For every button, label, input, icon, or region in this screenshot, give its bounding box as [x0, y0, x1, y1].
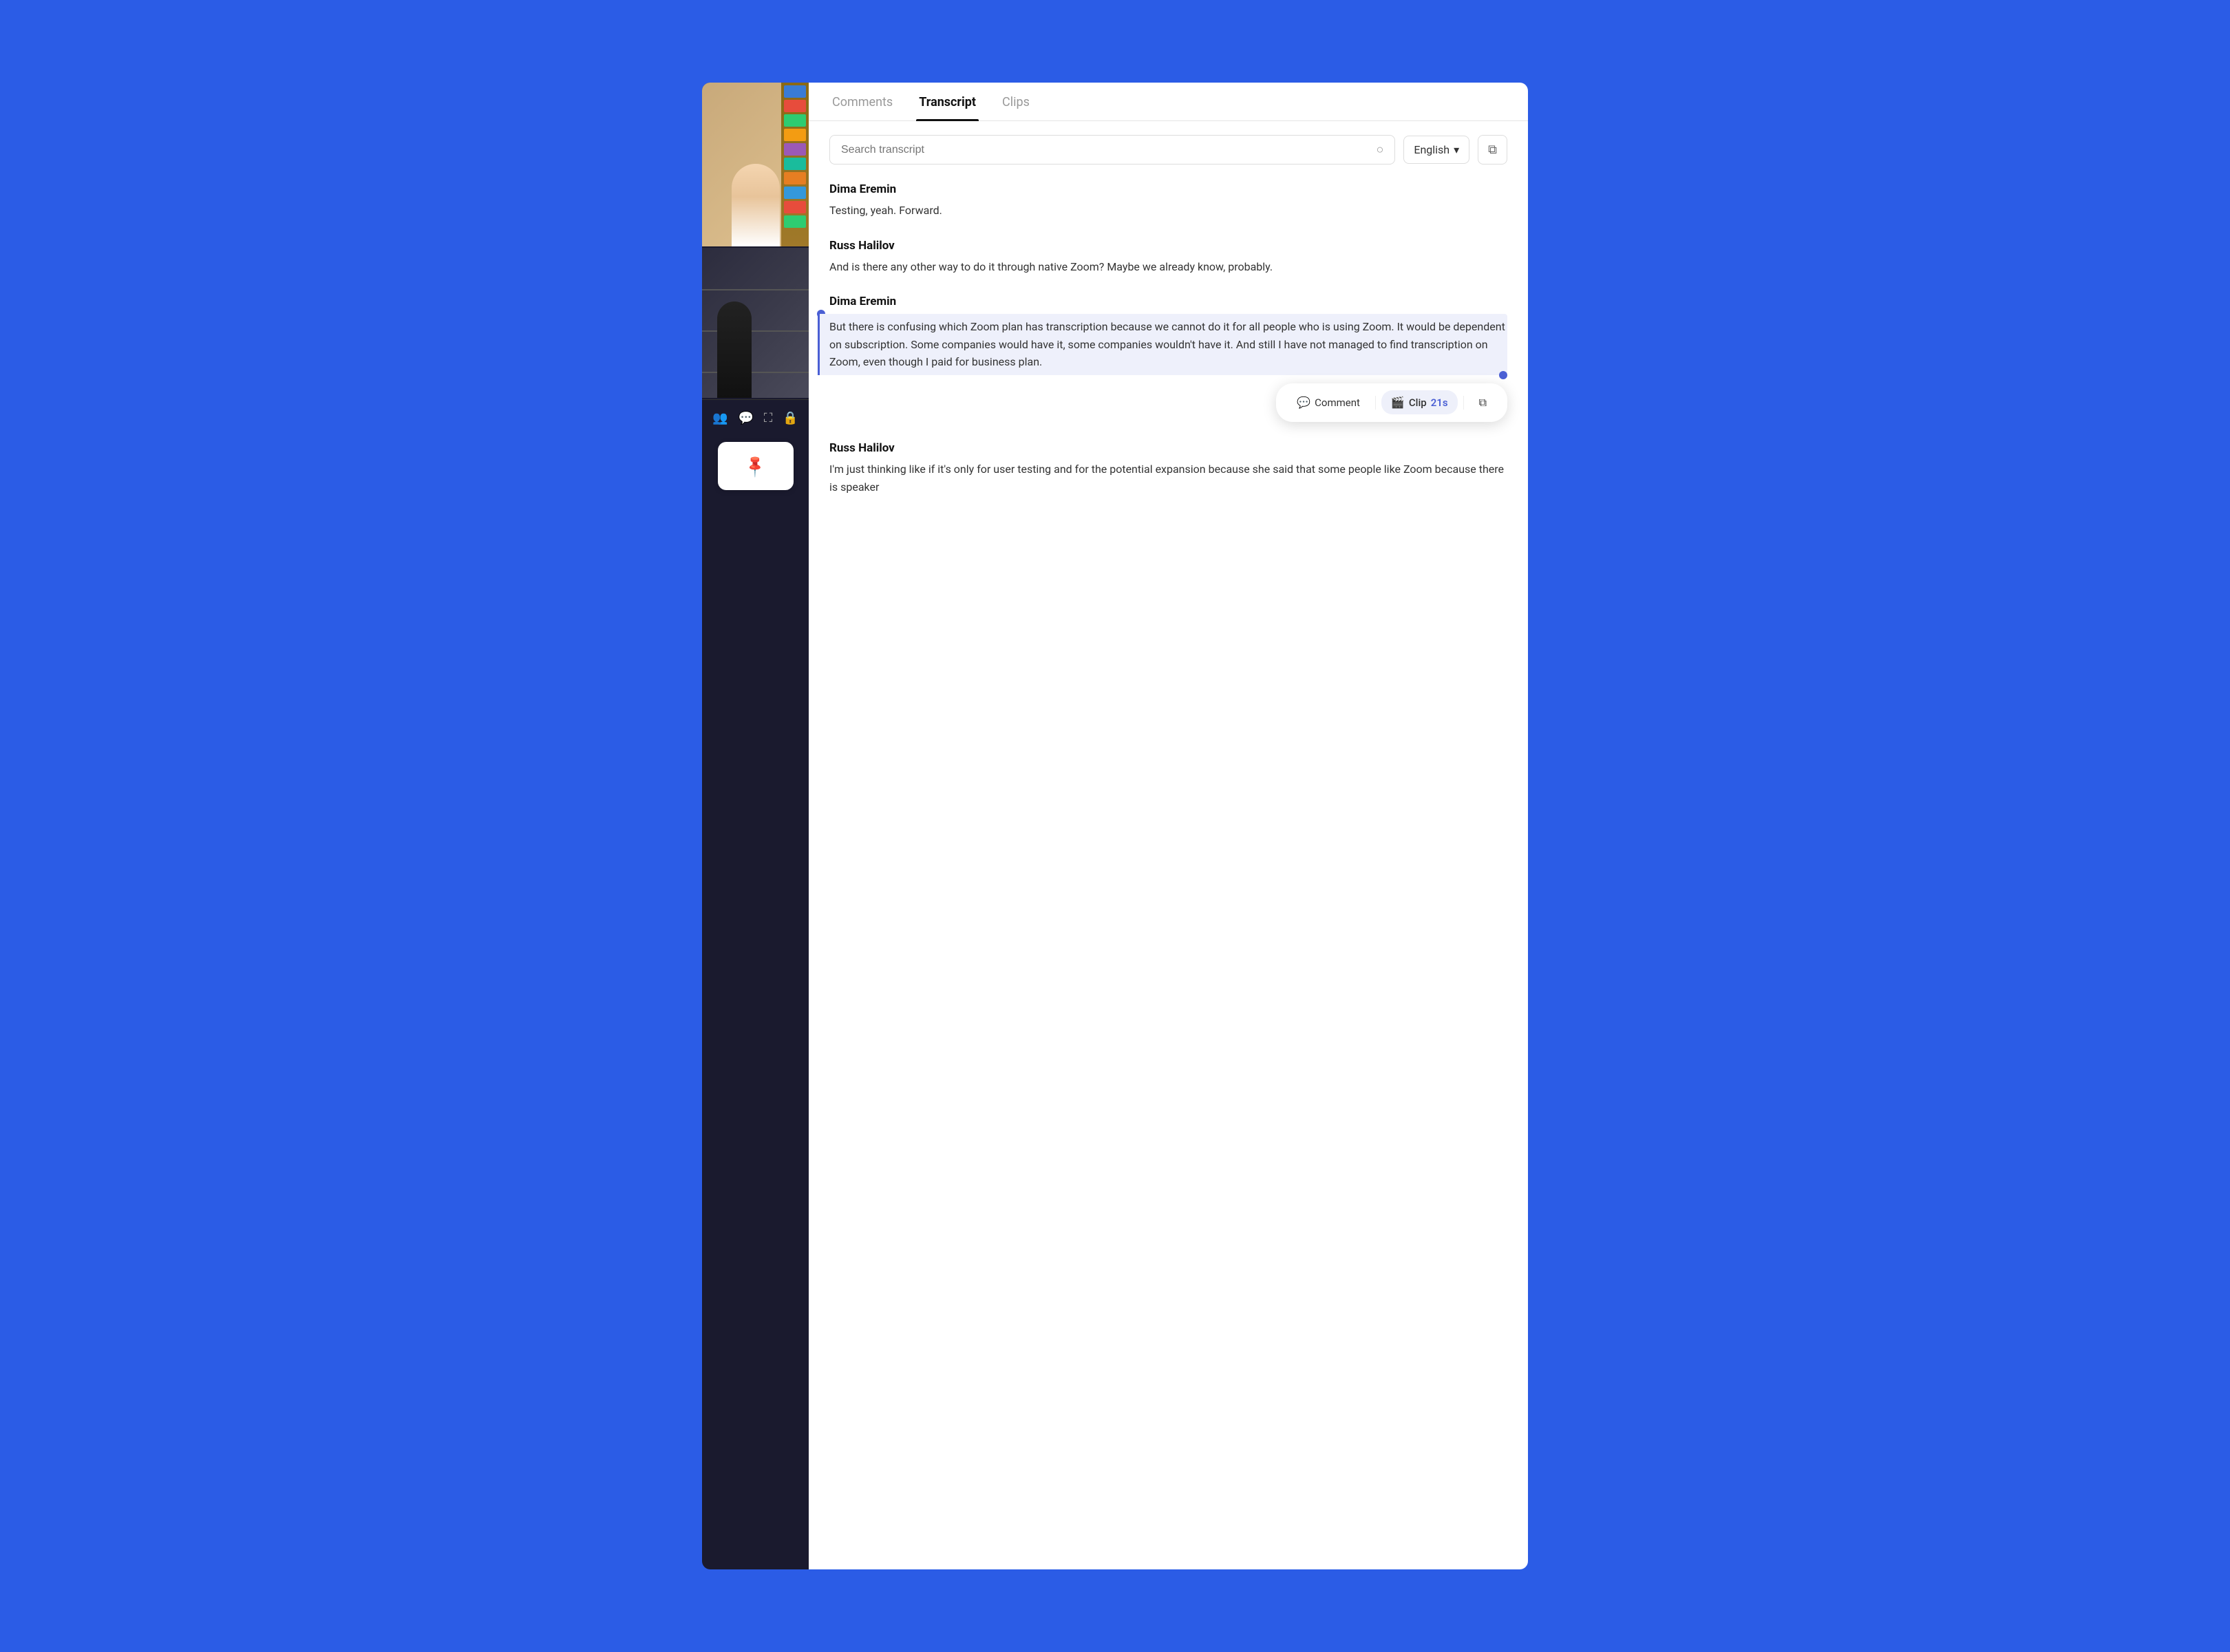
action-bar: 💬 Comment 🎬 Clip 21s ⧉: [1276, 383, 1507, 422]
chat-icon[interactable]: 💬: [736, 408, 756, 428]
clip-icon: 🎬: [1391, 396, 1405, 409]
comment-action-button[interactable]: 💬 Comment: [1287, 390, 1370, 414]
selection-handle-bottom[interactable]: [1499, 371, 1507, 379]
transcript-block-1: Dima Eremin Testing, yeah. Forward.: [829, 182, 1507, 220]
video-thumb-2: [702, 248, 809, 399]
speaker-name-4: Russ Halilov: [829, 441, 1507, 455]
language-selector[interactable]: English ▾: [1403, 136, 1469, 164]
pin-icon: 📌: [743, 453, 768, 478]
action-separator: [1375, 396, 1376, 410]
transcript-text-3: But there is confusing which Zoom plan h…: [818, 314, 1507, 375]
tab-transcript[interactable]: Transcript: [916, 83, 979, 120]
app-container: 👥 💬 ⛶ 🔒 📌 Comments Transcript Clips ○ En…: [702, 83, 1528, 1569]
sidebar-bottom-icons: 👥 💬 ⛶ 🔒: [702, 399, 809, 436]
main-panel: Comments Transcript Clips ○ English ▾ ⧉ …: [809, 83, 1528, 1569]
pin-button[interactable]: 📌: [718, 442, 794, 490]
copy-button[interactable]: ⧉: [1478, 135, 1507, 165]
transcript-text-1: Testing, yeah. Forward.: [829, 202, 1507, 220]
lock-icon[interactable]: 🔒: [780, 408, 800, 428]
participants-icon[interactable]: 👥: [710, 408, 730, 428]
video-thumb-1: [702, 83, 809, 248]
clip-label: Clip: [1409, 396, 1427, 409]
comment-label: Comment: [1315, 396, 1360, 409]
copy-action-icon: ⧉: [1479, 396, 1487, 410]
tab-comments[interactable]: Comments: [829, 83, 895, 120]
comment-icon: 💬: [1297, 396, 1310, 409]
chevron-down-icon: ▾: [1454, 143, 1459, 156]
transcript-text-2: And is there any other way to do it thro…: [829, 258, 1507, 276]
clip-action-button[interactable]: 🎬 Clip 21s: [1381, 390, 1458, 414]
speaker-name-2: Russ Halilov: [829, 239, 1507, 253]
copy-icon: ⧉: [1488, 142, 1497, 157]
speaker-name-1: Dima Eremin: [829, 182, 1507, 196]
tabs-bar: Comments Transcript Clips: [809, 83, 1528, 121]
action-separator-2: [1463, 396, 1464, 410]
transcript-text-4: I'm just thinking like if it's only for …: [829, 460, 1507, 496]
search-icon: ○: [1376, 142, 1383, 157]
copy-action-button[interactable]: ⧉: [1469, 390, 1496, 415]
transcript-block-4: Russ Halilov I'm just thinking like if i…: [829, 441, 1507, 496]
transcript-block-2: Russ Halilov And is there any other way …: [829, 239, 1507, 276]
search-area: ○ English ▾ ⧉: [809, 121, 1528, 176]
tab-clips[interactable]: Clips: [999, 83, 1032, 120]
sidebar: 👥 💬 ⛶ 🔒 📌: [702, 83, 809, 1569]
search-input[interactable]: [841, 144, 1369, 156]
clip-duration: 21s: [1431, 396, 1448, 409]
speaker-name-3: Dima Eremin: [829, 295, 1507, 308]
structure-icon[interactable]: ⛶: [761, 408, 776, 428]
transcript-content: Dima Eremin Testing, yeah. Forward. Russ…: [809, 176, 1528, 1569]
transcript-block-3: Dima Eremin But there is confusing which…: [829, 295, 1507, 422]
language-label: English: [1414, 143, 1450, 156]
search-box[interactable]: ○: [829, 135, 1395, 165]
